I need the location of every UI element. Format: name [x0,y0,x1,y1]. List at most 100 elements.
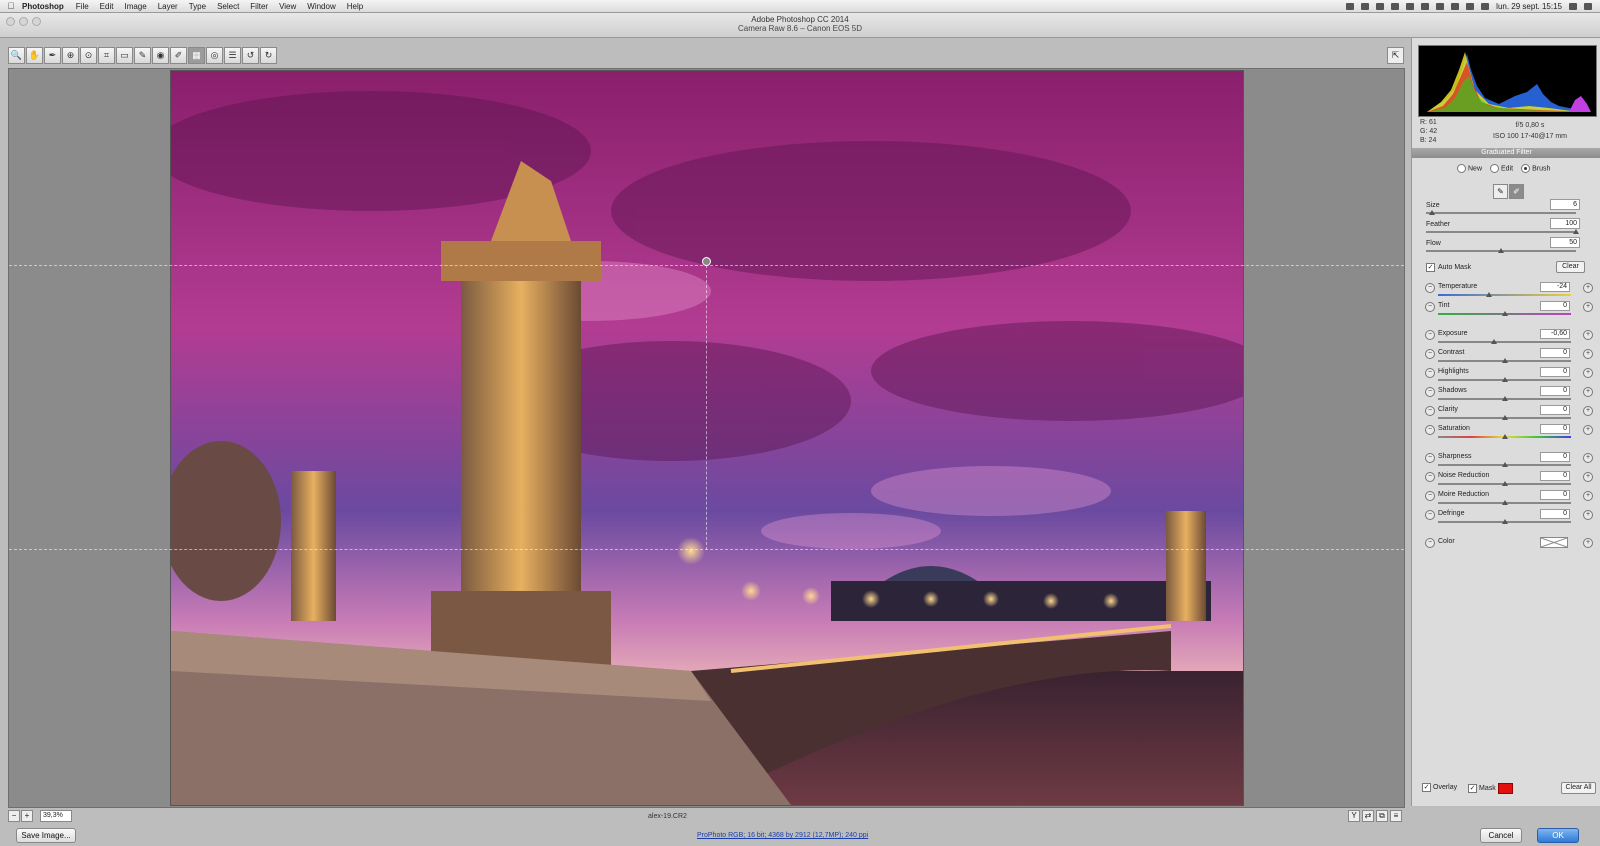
ok-button[interactable]: OK [1537,828,1579,843]
noise-reduction-minus-icon[interactable]: − [1425,472,1435,482]
auto-mask-checkbox[interactable]: ✓ [1426,263,1435,272]
exposure-minus-icon[interactable]: − [1425,330,1435,340]
straighten-tool-icon[interactable]: ▭ [116,46,133,64]
notification-icon[interactable] [1361,2,1370,10]
slider-track[interactable] [1438,341,1571,343]
sharpness-input[interactable]: 0 [1540,452,1570,462]
slider-thumb[interactable] [1501,481,1508,486]
clarity-minus-icon[interactable]: − [1425,406,1435,416]
preferences-icon[interactable]: ☰ [224,46,241,64]
sync-icon[interactable] [1391,2,1400,10]
wifi-icon[interactable] [1451,2,1460,10]
time-machine-icon[interactable] [1436,2,1445,10]
slider-thumb[interactable] [1490,339,1497,344]
spot-removal-tool-icon[interactable]: ✎ [134,46,151,64]
slider-thumb[interactable] [1501,434,1508,439]
radio-button-icon[interactable] [1457,164,1466,173]
crop-tool-icon[interactable]: ⌗ [98,46,115,64]
brush-add-icon[interactable]: ✎ [1493,184,1508,199]
graduated-filter-center-line[interactable] [706,260,707,550]
temperature-input[interactable]: -24 [1540,282,1570,292]
radio-button-icon[interactable] [1521,164,1531,173]
noise-reduction-input[interactable]: 0 [1540,471,1570,481]
sharpness-minus-icon[interactable]: − [1425,453,1435,463]
exposure-input[interactable]: -0,60 [1540,329,1570,339]
slider-track[interactable] [1426,231,1576,233]
before-after-toggle-icon[interactable]: Y [1348,810,1360,822]
noise-reduction-plus-icon[interactable]: + [1583,472,1593,482]
zoom-level-select[interactable]: 39,3% [40,810,72,822]
slider-thumb[interactable] [1573,229,1579,234]
slider-thumb[interactable] [1501,377,1508,382]
moire-reduction-input[interactable]: 0 [1540,490,1570,500]
saturation-plus-icon[interactable]: + [1583,425,1593,435]
auto-mask-row[interactable]: ✓ Auto Mask [1426,263,1471,272]
mode-new-radio[interactable]: New [1457,164,1482,173]
saturation-input[interactable]: 0 [1540,424,1570,434]
tint-minus-icon[interactable]: − [1425,302,1435,312]
shadows-plus-icon[interactable]: + [1583,387,1593,397]
clarity-plus-icon[interactable]: + [1583,406,1593,416]
slider-thumb[interactable] [1498,248,1504,253]
volume-icon[interactable] [1466,2,1475,10]
contrast-plus-icon[interactable]: + [1583,349,1593,359]
menu-edit[interactable]: Edit [100,2,114,11]
radial-filter-icon[interactable]: ◎ [206,46,223,64]
mask-color-swatch[interactable] [1497,783,1513,794]
defringe-plus-icon[interactable]: + [1583,510,1593,520]
minimize-window-button[interactable] [19,17,28,26]
bluetooth-icon[interactable] [1421,2,1430,10]
temperature-minus-icon[interactable]: − [1425,283,1435,293]
clock[interactable]: lun. 29 sept. 15:15 [1496,2,1562,11]
clear-button[interactable]: Clear [1556,261,1585,273]
slider-thumb[interactable] [1501,396,1508,401]
fullscreen-toggle-icon[interactable]: ⇱ [1387,47,1404,64]
clarity-input[interactable]: 0 [1540,405,1570,415]
close-window-button[interactable] [6,17,15,26]
adjustment-brush-icon[interactable]: ✐ [170,46,187,64]
tint-input[interactable]: 0 [1540,301,1570,311]
mode-brush-radio[interactable]: Brush [1521,164,1550,173]
slider-track[interactable] [1438,294,1571,296]
menu-window[interactable]: Window [307,2,335,11]
color-swatch[interactable] [1540,537,1568,548]
sharpness-plus-icon[interactable]: + [1583,453,1593,463]
menu-view[interactable]: View [279,2,296,11]
notification-center-icon[interactable] [1584,2,1592,10]
contrast-input[interactable]: 0 [1540,348,1570,358]
copy-settings-icon[interactable]: ⧉ [1376,810,1388,822]
color-minus-icon[interactable]: − [1425,538,1435,548]
defringe-minus-icon[interactable]: − [1425,510,1435,520]
highlights-input[interactable]: 0 [1540,367,1570,377]
cancel-button[interactable]: Cancel [1480,828,1522,843]
highlights-plus-icon[interactable]: + [1583,368,1593,378]
evernote-icon[interactable] [1406,2,1415,10]
menu-select[interactable]: Select [217,2,239,11]
slider-thumb[interactable] [1501,358,1508,363]
menu-filter[interactable]: Filter [250,2,268,11]
slider-thumb[interactable] [1429,210,1435,215]
shadows-input[interactable]: 0 [1540,386,1570,396]
contrast-minus-icon[interactable]: − [1425,349,1435,359]
zoom-out-button[interactable]: − [8,810,20,822]
zoom-window-button[interactable] [32,17,41,26]
toggle-settings-icon[interactable]: ≡ [1390,810,1402,822]
tint-plus-icon[interactable]: + [1583,302,1593,312]
graduated-filter-pin[interactable] [702,257,711,266]
menu-type[interactable]: Type [189,2,206,11]
rotate-ccw-icon[interactable]: ↺ [242,46,259,64]
mask-checkbox[interactable]: ✓ [1468,784,1477,793]
targeted-adjustment-tool-icon[interactable]: ⊙ [80,46,97,64]
spotlight-icon[interactable] [1569,2,1577,10]
color-sampler-tool-icon[interactable]: ⊕ [62,46,79,64]
slider-thumb[interactable] [1485,292,1492,297]
slider-thumb[interactable] [1501,415,1508,420]
menu-file[interactable]: File [76,2,89,11]
mode-edit-radio[interactable]: Edit [1490,164,1513,173]
shadows-minus-icon[interactable]: − [1425,387,1435,397]
radio-button-icon[interactable] [1490,164,1500,173]
apple-icon[interactable]:  [0,1,22,11]
feather-input[interactable]: 100 [1550,218,1580,229]
white-balance-tool-icon[interactable]: ✒ [44,46,61,64]
moire-reduction-minus-icon[interactable]: − [1425,491,1435,501]
